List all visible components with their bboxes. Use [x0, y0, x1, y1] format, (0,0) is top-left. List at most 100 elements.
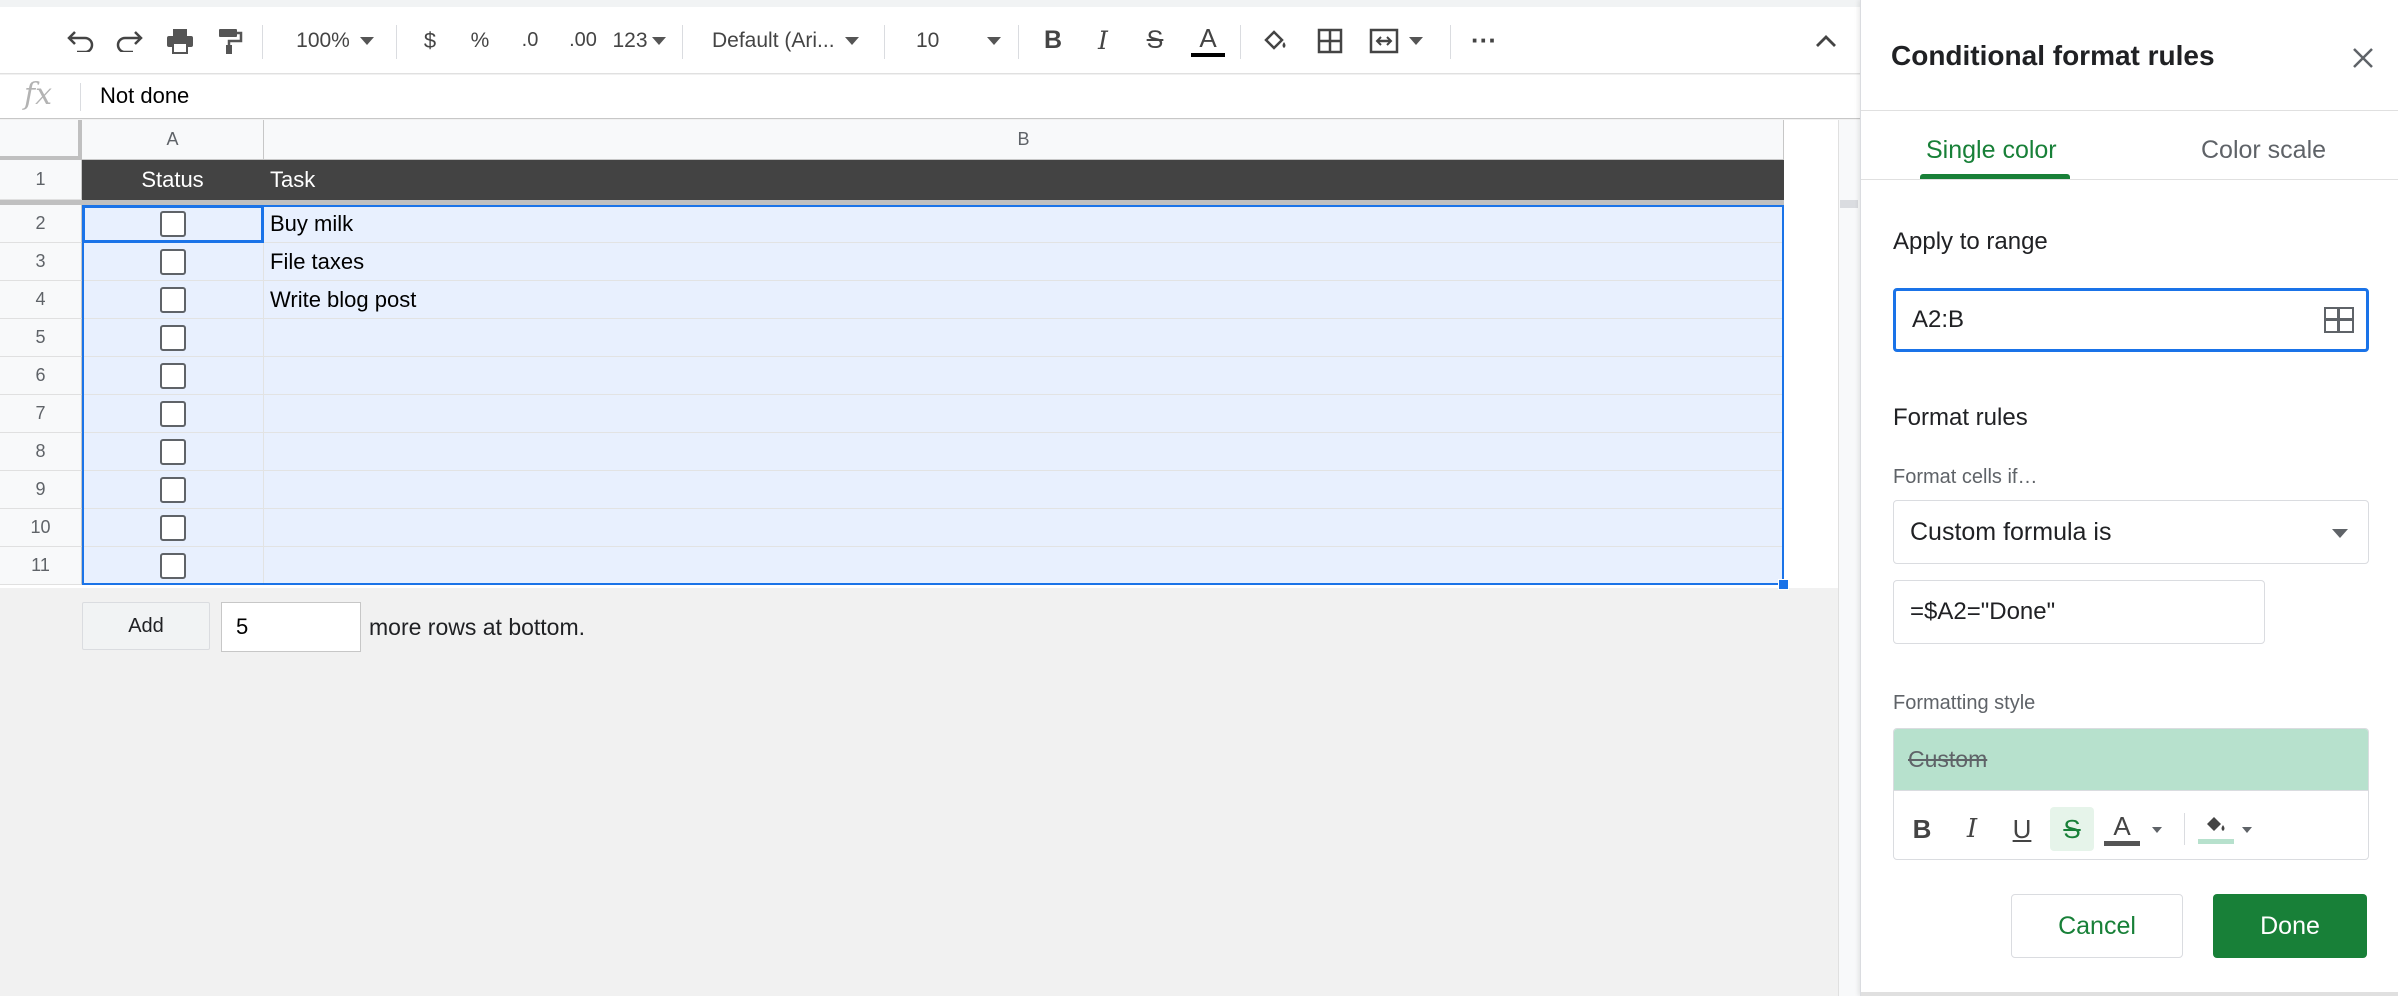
number-format-label: 123: [612, 28, 648, 52]
range-input[interactable]: A2:B: [1893, 288, 2369, 352]
status-checkbox[interactable]: [159, 362, 186, 389]
print-icon[interactable]: [158, 7, 202, 74]
number-format-select[interactable]: 123: [610, 7, 668, 74]
status-checkbox[interactable]: [159, 248, 186, 275]
row-header-1[interactable]: 1: [0, 160, 82, 200]
condition-select[interactable]: Custom formula is: [1893, 500, 2369, 564]
row-header[interactable]: 10: [0, 509, 82, 547]
header-cell-status[interactable]: Status: [82, 160, 264, 200]
status-checkbox[interactable]: [159, 286, 186, 313]
undo-icon[interactable]: [58, 7, 102, 74]
style-strikethrough-button[interactable]: S: [2050, 807, 2094, 851]
add-rows-count-input[interactable]: [221, 602, 361, 652]
zoom-select[interactable]: 100%: [280, 7, 390, 74]
status-cell[interactable]: [82, 547, 264, 585]
task-cell[interactable]: [264, 319, 1784, 357]
row-header[interactable]: 9: [0, 471, 82, 509]
status-cell[interactable]: [82, 205, 264, 243]
add-rows-button[interactable]: Add: [82, 602, 210, 650]
header-cell-task[interactable]: Task: [264, 160, 1784, 200]
style-text-color-button[interactable]: A: [2100, 807, 2144, 851]
task-cell[interactable]: [264, 433, 1784, 471]
style-text-color-swatch: [2104, 840, 2140, 846]
select-range-icon[interactable]: [2324, 307, 2354, 333]
font-size-select[interactable]: 10: [898, 7, 1010, 74]
style-bold-button[interactable]: B: [1900, 807, 1944, 851]
vertical-scrollbar[interactable]: [1838, 120, 1860, 996]
merge-cells-icon[interactable]: [1362, 7, 1430, 74]
row-header[interactable]: 8: [0, 433, 82, 471]
status-checkbox[interactable]: [159, 476, 186, 503]
scrollbar-thumb[interactable]: [1840, 200, 1858, 208]
increase-decimal-button[interactable]: .00: [556, 7, 610, 74]
currency-format-button[interactable]: $: [410, 7, 450, 74]
borders-icon[interactable]: [1308, 7, 1352, 74]
chevron-down-icon: [987, 36, 1002, 45]
strikethrough-button[interactable]: S: [1136, 7, 1174, 74]
done-button[interactable]: Done: [2213, 894, 2367, 958]
status-cell[interactable]: [82, 357, 264, 395]
row-header[interactable]: 2: [0, 205, 82, 243]
task-cell[interactable]: [264, 547, 1784, 585]
tab-color-scale[interactable]: Color scale: [2201, 136, 2326, 165]
range-value: A2:B: [1912, 306, 1965, 333]
italic-button[interactable]: I: [1084, 7, 1122, 74]
status-cell[interactable]: [82, 509, 264, 547]
paint-format-icon[interactable]: [208, 7, 252, 74]
task-cell[interactable]: File taxes: [264, 243, 1784, 281]
cancel-button[interactable]: Cancel: [2011, 894, 2183, 958]
redo-icon[interactable]: [108, 7, 152, 74]
style-fill-color-button[interactable]: [2194, 807, 2238, 851]
status-checkbox[interactable]: [159, 438, 186, 465]
row-header[interactable]: 4: [0, 281, 82, 319]
close-icon[interactable]: [2341, 36, 2385, 80]
column-header-a[interactable]: A: [82, 120, 264, 160]
style-fill-color-swatch: [2198, 839, 2234, 844]
select-all-corner[interactable]: [0, 120, 82, 160]
style-toolbar-divider: [2184, 813, 2185, 845]
chevron-down-icon: [651, 36, 666, 45]
text-color-button[interactable]: A: [1186, 7, 1230, 74]
row-header[interactable]: 3: [0, 243, 82, 281]
collapse-toolbar-icon[interactable]: [1804, 7, 1848, 74]
status-cell[interactable]: [82, 471, 264, 509]
row-header[interactable]: 11: [0, 547, 82, 585]
app-root: 100% $ % .0 .00 123 Default (Ari... 10 B…: [0, 0, 2398, 996]
fill-color-icon[interactable]: [1254, 7, 1298, 74]
status-cell[interactable]: [82, 281, 264, 319]
row-header[interactable]: 7: [0, 395, 82, 433]
style-underline-button[interactable]: U: [2000, 807, 2044, 851]
font-family-value: Default (Ari...: [712, 28, 835, 52]
status-cell[interactable]: [82, 243, 264, 281]
style-italic-button[interactable]: I: [1950, 807, 1994, 851]
task-cell[interactable]: [264, 357, 1784, 395]
status-checkbox[interactable]: [159, 324, 186, 351]
formula-input[interactable]: Not done: [100, 83, 189, 109]
percent-format-button[interactable]: %: [460, 7, 500, 74]
fill-handle[interactable]: [1778, 579, 1789, 590]
task-cell[interactable]: Buy milk: [264, 205, 1784, 243]
task-cell[interactable]: [264, 509, 1784, 547]
row-header[interactable]: 5: [0, 319, 82, 357]
decrease-decimal-button[interactable]: .0: [508, 7, 552, 74]
bold-button[interactable]: B: [1034, 7, 1072, 74]
tab-single-color[interactable]: Single color: [1926, 136, 2057, 165]
panel-bottom-border: [1861, 992, 2398, 996]
style-preview-select[interactable]: Custom: [1894, 729, 2368, 791]
task-cell[interactable]: [264, 471, 1784, 509]
row-header[interactable]: 6: [0, 357, 82, 395]
status-cell[interactable]: [82, 433, 264, 471]
status-checkbox[interactable]: [159, 210, 186, 237]
font-family-select[interactable]: Default (Ari...: [698, 7, 880, 74]
column-header-b[interactable]: B: [264, 120, 1784, 160]
more-options-icon[interactable]: ···: [1462, 7, 1506, 74]
status-cell[interactable]: [82, 395, 264, 433]
custom-formula-input[interactable]: =$A2="Done": [1893, 580, 2265, 644]
status-checkbox[interactable]: [159, 552, 186, 579]
status-checkbox[interactable]: [159, 514, 186, 541]
task-cell[interactable]: [264, 395, 1784, 433]
task-cell[interactable]: Write blog post: [264, 281, 1784, 319]
conditional-format-panel: Conditional format rules Single color Co…: [1860, 0, 2398, 996]
status-checkbox[interactable]: [159, 400, 186, 427]
status-cell[interactable]: [82, 319, 264, 357]
